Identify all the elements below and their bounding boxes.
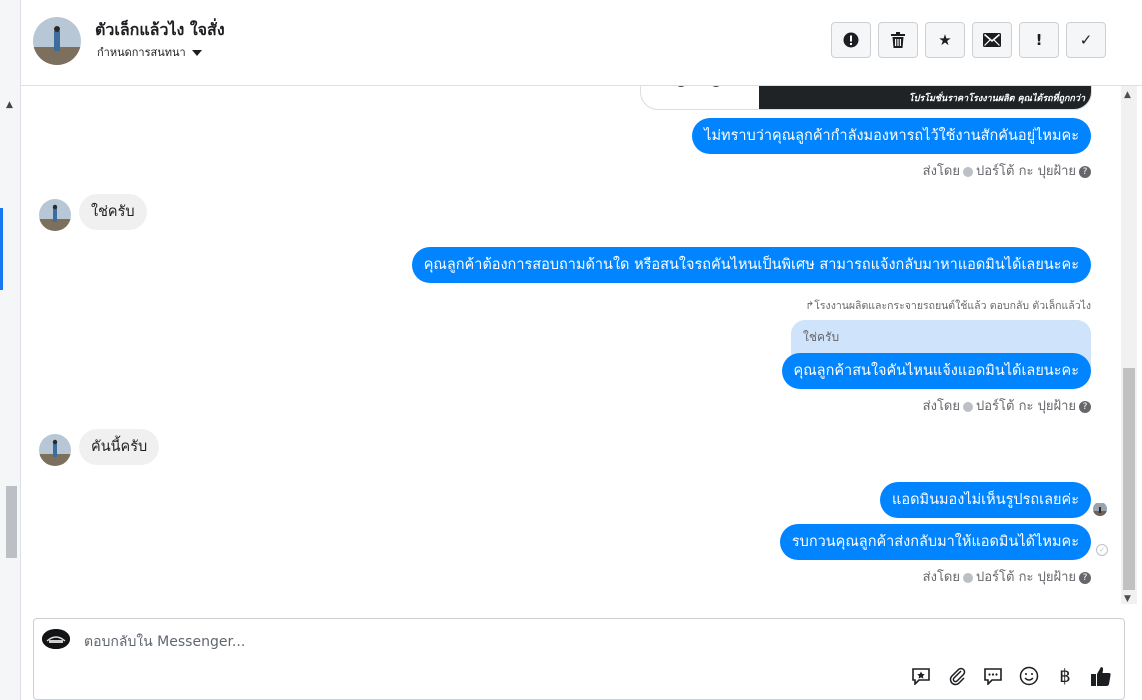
payment-button[interactable]: ฿ [1054, 665, 1076, 687]
sent-by-label: ส่งโดย [922, 570, 960, 585]
incoming-message[interactable]: ใช่ครับ [79, 194, 147, 230]
sender-name[interactable]: ปอร์โต้ กะ ปุยฝ้าย [976, 570, 1076, 585]
smiley-icon [1019, 666, 1039, 686]
caret-down-icon [191, 50, 202, 56]
help-icon[interactable]: ? [1079, 165, 1091, 178]
outgoing-message[interactable]: แอดมินมองไม่เห็นรูปรถเลยค่ะ [880, 482, 1091, 518]
assign-conversation-dropdown[interactable]: กำหนดการสนทนา [97, 43, 202, 61]
paperclip-icon [949, 667, 966, 686]
like-button[interactable] [1090, 665, 1112, 687]
saved-reply-icon [912, 668, 930, 685]
contact-name: ตัวเล็กแล้วไง ใจสั่ง [95, 20, 225, 39]
scroll-down-arrow-icon[interactable]: ▼ [1124, 594, 1131, 604]
done-button[interactable]: ✓ [1066, 22, 1106, 58]
seen-avatar [1093, 502, 1107, 516]
scrollbar-thumb[interactable] [1123, 368, 1135, 590]
exclamation-icon: ! [1035, 31, 1043, 49]
sender-badge-icon [963, 166, 973, 177]
active-conversation-indicator [0, 208, 3, 290]
message-list[interactable]: โปรโมชั่นราคาโรงงานผลิต คุณได้รถที่ถูกกว… [21, 86, 1121, 604]
sent-by-line: ส่งโดย ปอร์โต้ กะ ปุยฝ้าย? [923, 395, 1091, 416]
check-icon: ✓ [1079, 31, 1093, 49]
star-button[interactable]: ★ [925, 22, 965, 58]
reply-composer: ฿ [33, 618, 1125, 700]
contact-avatar-small[interactable] [39, 434, 71, 466]
message-scrollbar[interactable]: ▲ ▼ [1121, 86, 1137, 604]
outgoing-message[interactable]: คุณลูกค้าต้องการสอบถามด้านใด หรือสนใจรถค… [411, 247, 1091, 283]
sender-badge-icon [963, 401, 973, 412]
left-panel-edge: ▲ [0, 0, 21, 700]
outgoing-message[interactable]: รบกวนคุณลูกค้าส่งกลับมาให้แอดมินได้ไหมคะ [779, 524, 1091, 560]
promo-text: โปรโมชั่นราคาโรงงานผลิต คุณได้รถที่ถูกกว… [908, 94, 1085, 104]
sent-check-icon: ✓ [1096, 544, 1108, 556]
attach-button[interactable] [946, 665, 968, 687]
emoji-button[interactable] [1018, 665, 1040, 687]
chat-bubble-icon [984, 668, 1002, 685]
sent-by-line: ส่งโดย ปอร์โต้ กะ ปุยฝ้าย? [923, 566, 1091, 587]
conversation-toolbar: ★ ! ✓ [831, 22, 1106, 58]
assign-label: กำหนดการสนทนา [97, 46, 186, 59]
contact-avatar-small[interactable] [39, 199, 71, 231]
mark-unread-button[interactable] [972, 22, 1012, 58]
reply-input[interactable] [82, 629, 886, 655]
left-scrollbar-thumb[interactable] [6, 486, 17, 558]
star-icon: ★ [938, 31, 952, 49]
help-icon[interactable]: ? [1079, 571, 1091, 584]
sender-name[interactable]: ปอร์โต้ กะ ปุยฝ้าย [976, 399, 1076, 414]
sent-by-label: ส่งโดย [922, 399, 960, 414]
sent-by-label: ส่งโดย [922, 164, 960, 179]
scroll-up-arrow-icon[interactable]: ▲ [1124, 90, 1131, 100]
conversation-header: ตัวเล็กแล้วไง ใจสั่ง กำหนดการสนทนา ★ ! ✓ [21, 0, 1142, 86]
contact-avatar[interactable] [33, 17, 81, 65]
outgoing-message[interactable]: ไม่ทราบว่าคุณลูกค้ากำลังมองหารถไว้ใช้งาน… [692, 118, 1091, 154]
sender-badge-icon [963, 572, 973, 583]
spam-button[interactable] [831, 22, 871, 58]
page-avatar [42, 629, 70, 649]
trash-icon [891, 32, 905, 48]
reply-context-note: ↱โรงงานผลิตและกระจายรถยนต์ใช้แล้ว ตอบกลั… [805, 297, 1091, 314]
scroll-up-arrow-icon[interactable]: ▲ [6, 100, 13, 110]
saved-reply-button[interactable] [910, 665, 932, 687]
reply-context-text: โรงงานผลิตและกระจายรถยนต์ใช้แล้ว ตอบกลับ… [814, 300, 1091, 312]
envelope-icon [983, 33, 1001, 47]
composer-toolbar: ฿ [910, 665, 1112, 687]
help-icon[interactable]: ? [1079, 400, 1091, 413]
outgoing-message[interactable]: คุณลูกค้าสนใจคันไหนแจ้งแอดมินได้เลยนะคะ [781, 353, 1091, 389]
baht-icon: ฿ [1059, 665, 1071, 687]
thumbs-up-icon [1091, 667, 1111, 686]
follow-up-button[interactable]: ! [1019, 22, 1059, 58]
alert-circle-icon [843, 32, 859, 48]
image-attachment[interactable]: โปรโมชั่นราคาโรงงานผลิต คุณได้รถที่ถูกกว… [640, 86, 1092, 110]
incoming-message[interactable]: คันนี้ครับ [79, 429, 160, 465]
chat-bubble-button[interactable] [982, 665, 1004, 687]
sent-by-line: ส่งโดย ปอร์โต้ กะ ปุยฝ้าย? [923, 160, 1091, 181]
reply-arrow-icon: ↱ [805, 300, 815, 312]
sender-name[interactable]: ปอร์โต้ กะ ปุยฝ้าย [976, 164, 1076, 179]
delete-button[interactable] [878, 22, 918, 58]
